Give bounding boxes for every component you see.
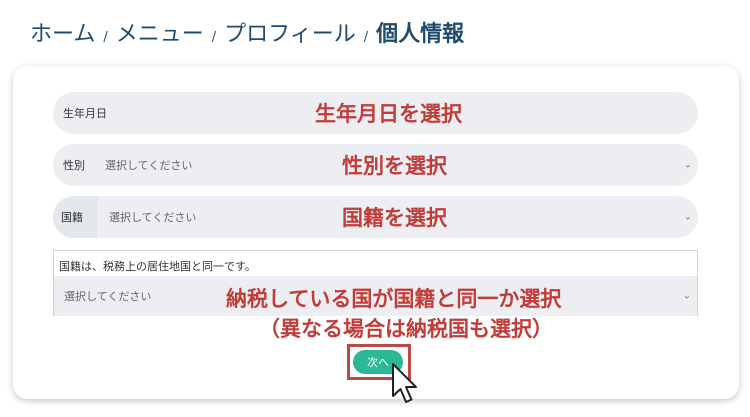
nationality-label-box: 国籍 (53, 196, 97, 238)
breadcrumb-separator: / (211, 30, 217, 45)
tax-residence-note: 国籍は、税務上の居住地国と同一です。 (59, 260, 256, 273)
annotation-gender: 性別を選択 (342, 154, 447, 178)
breadcrumb-current-personal-info: 個人情報 (376, 22, 465, 47)
annotation-tax-line2: （異なる場合は納税国も選択） (259, 317, 553, 341)
breadcrumb-menu[interactable]: メニュー (116, 16, 204, 48)
breadcrumb: ホーム / メニュー / プロフィール / 個人情報 (30, 16, 464, 48)
gender-placeholder: 選択してください (105, 159, 193, 172)
breadcrumb-separator: / (363, 30, 369, 45)
mouse-pointer-icon (392, 363, 417, 403)
tax-residence-placeholder: 選択してください (64, 290, 152, 303)
breadcrumb-separator: / (103, 30, 108, 45)
nationality-placeholder: 選択してください (109, 211, 197, 224)
breadcrumb-home[interactable]: ホーム (30, 16, 95, 48)
chevron-down-icon: ⌄ (683, 159, 692, 171)
gender-label: 性別 (63, 159, 85, 172)
annotation-birthdate: 生年月日を選択 (315, 102, 462, 126)
nationality-label: 国籍 (61, 211, 83, 224)
annotation-tax-line1: 納税している国が国籍と同一か選択 (226, 287, 562, 311)
chevron-down-icon: ⌄ (682, 290, 691, 302)
annotation-nationality: 国籍を選択 (342, 206, 447, 230)
breadcrumb-profile[interactable]: プロフィール (224, 16, 356, 48)
birthdate-label: 生年月日 (63, 107, 107, 120)
chevron-down-icon: ⌄ (683, 211, 692, 223)
